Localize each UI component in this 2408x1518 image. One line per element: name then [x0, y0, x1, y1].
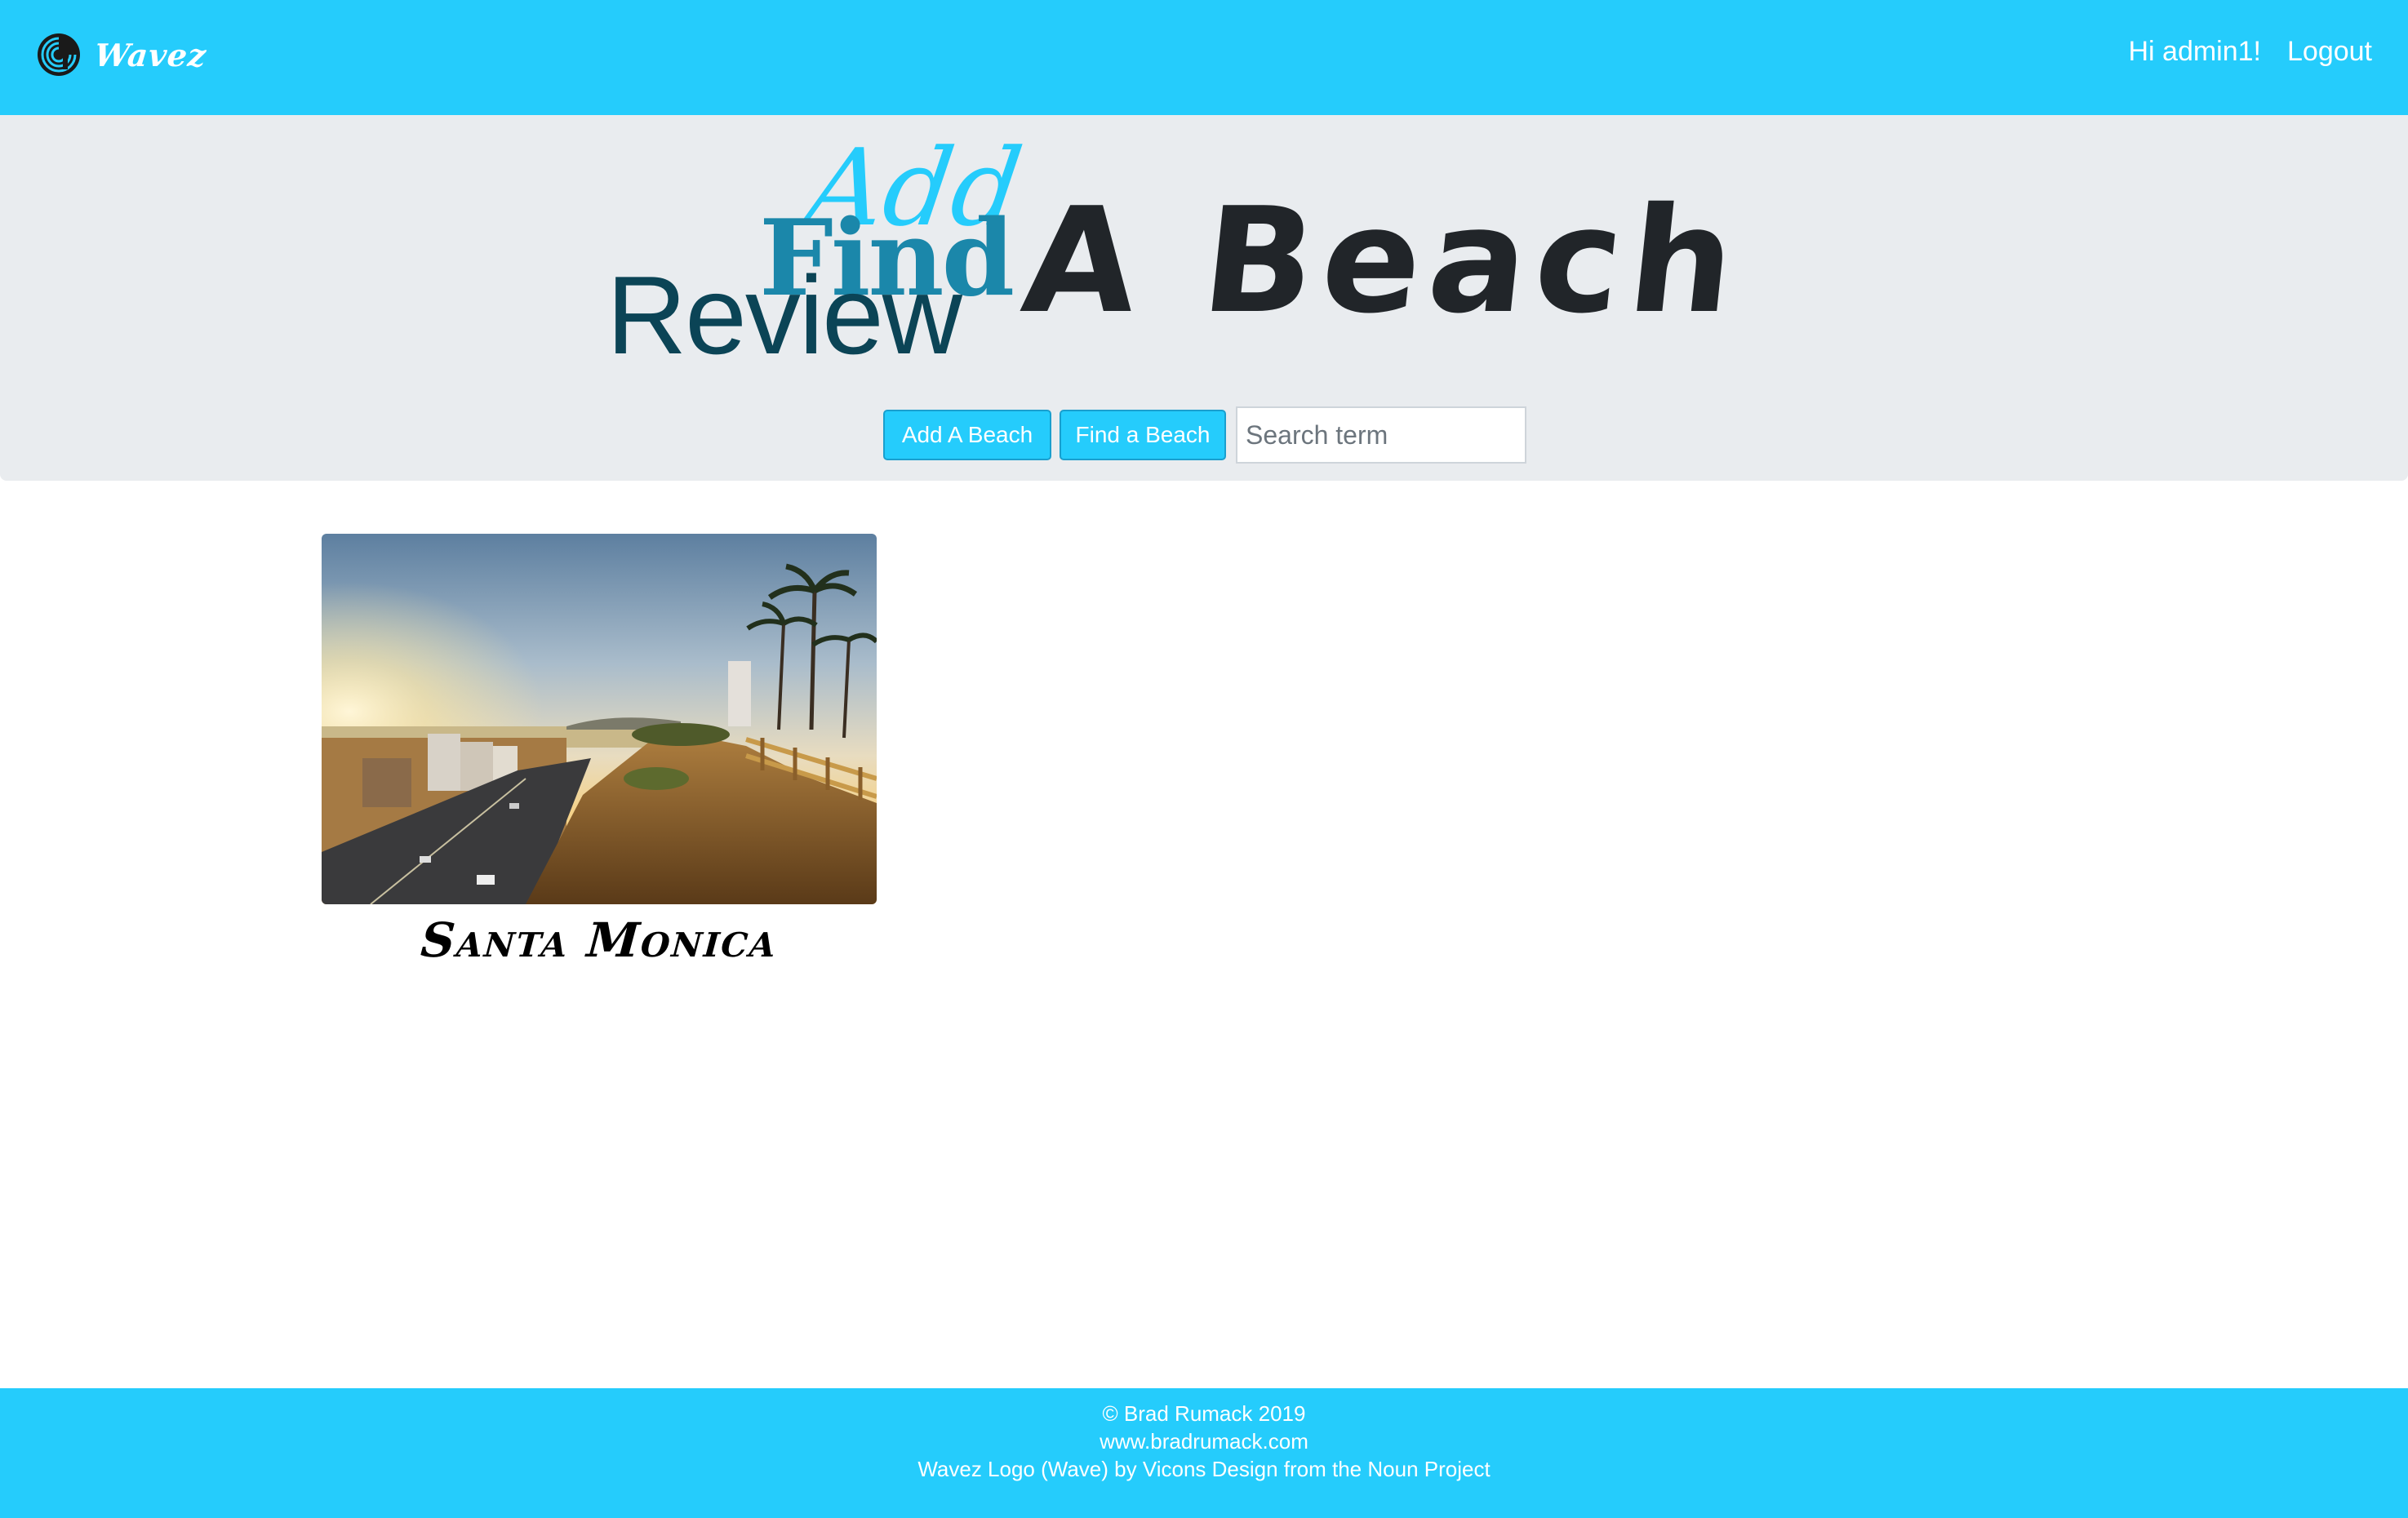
hero-title-a-beach: A Beach — [1015, 176, 1751, 345]
find-beach-button[interactable]: Find a Beach — [1060, 410, 1226, 460]
wave-logo-icon — [38, 33, 80, 76]
brand-name: Wavez — [92, 36, 209, 73]
navbar: Wavez Hi admin1! Logout — [0, 0, 2408, 115]
footer-copyright: © Brad Rumack 2019 — [1102, 1401, 1306, 1426]
hero-banner: Add Find Review A Beach Add A Beach Find… — [0, 115, 2408, 481]
user-greeting-link[interactable]: Hi admin1! — [2128, 36, 2261, 68]
hero-controls: Add A Beach Find a Beach — [883, 406, 1526, 464]
add-beach-button[interactable]: Add A Beach — [883, 410, 1051, 460]
footer: © Brad Rumack 2019 www.bradrumack.com Wa… — [0, 1388, 2408, 1518]
logout-link[interactable]: Logout — [2287, 36, 2372, 68]
beach-photo[interactable] — [322, 534, 877, 904]
footer-text: © Brad Rumack 2019 www.bradrumack.com Wa… — [0, 1400, 2408, 1483]
nav-user-menu: Hi admin1! Logout — [2128, 36, 2372, 68]
search-input[interactable] — [1236, 406, 1526, 464]
hero-word-review: Review — [606, 253, 962, 377]
footer-credit-link[interactable]: Wavez Logo (Wave) by Vicons Design from … — [0, 1455, 2408, 1483]
beach-card[interactable]: Santa Monica — [322, 534, 877, 968]
brand-link[interactable]: Wavez — [36, 28, 209, 82]
footer-website-link[interactable]: www.bradrumack.com — [0, 1427, 2408, 1455]
beach-name[interactable]: Santa Monica — [320, 912, 879, 968]
